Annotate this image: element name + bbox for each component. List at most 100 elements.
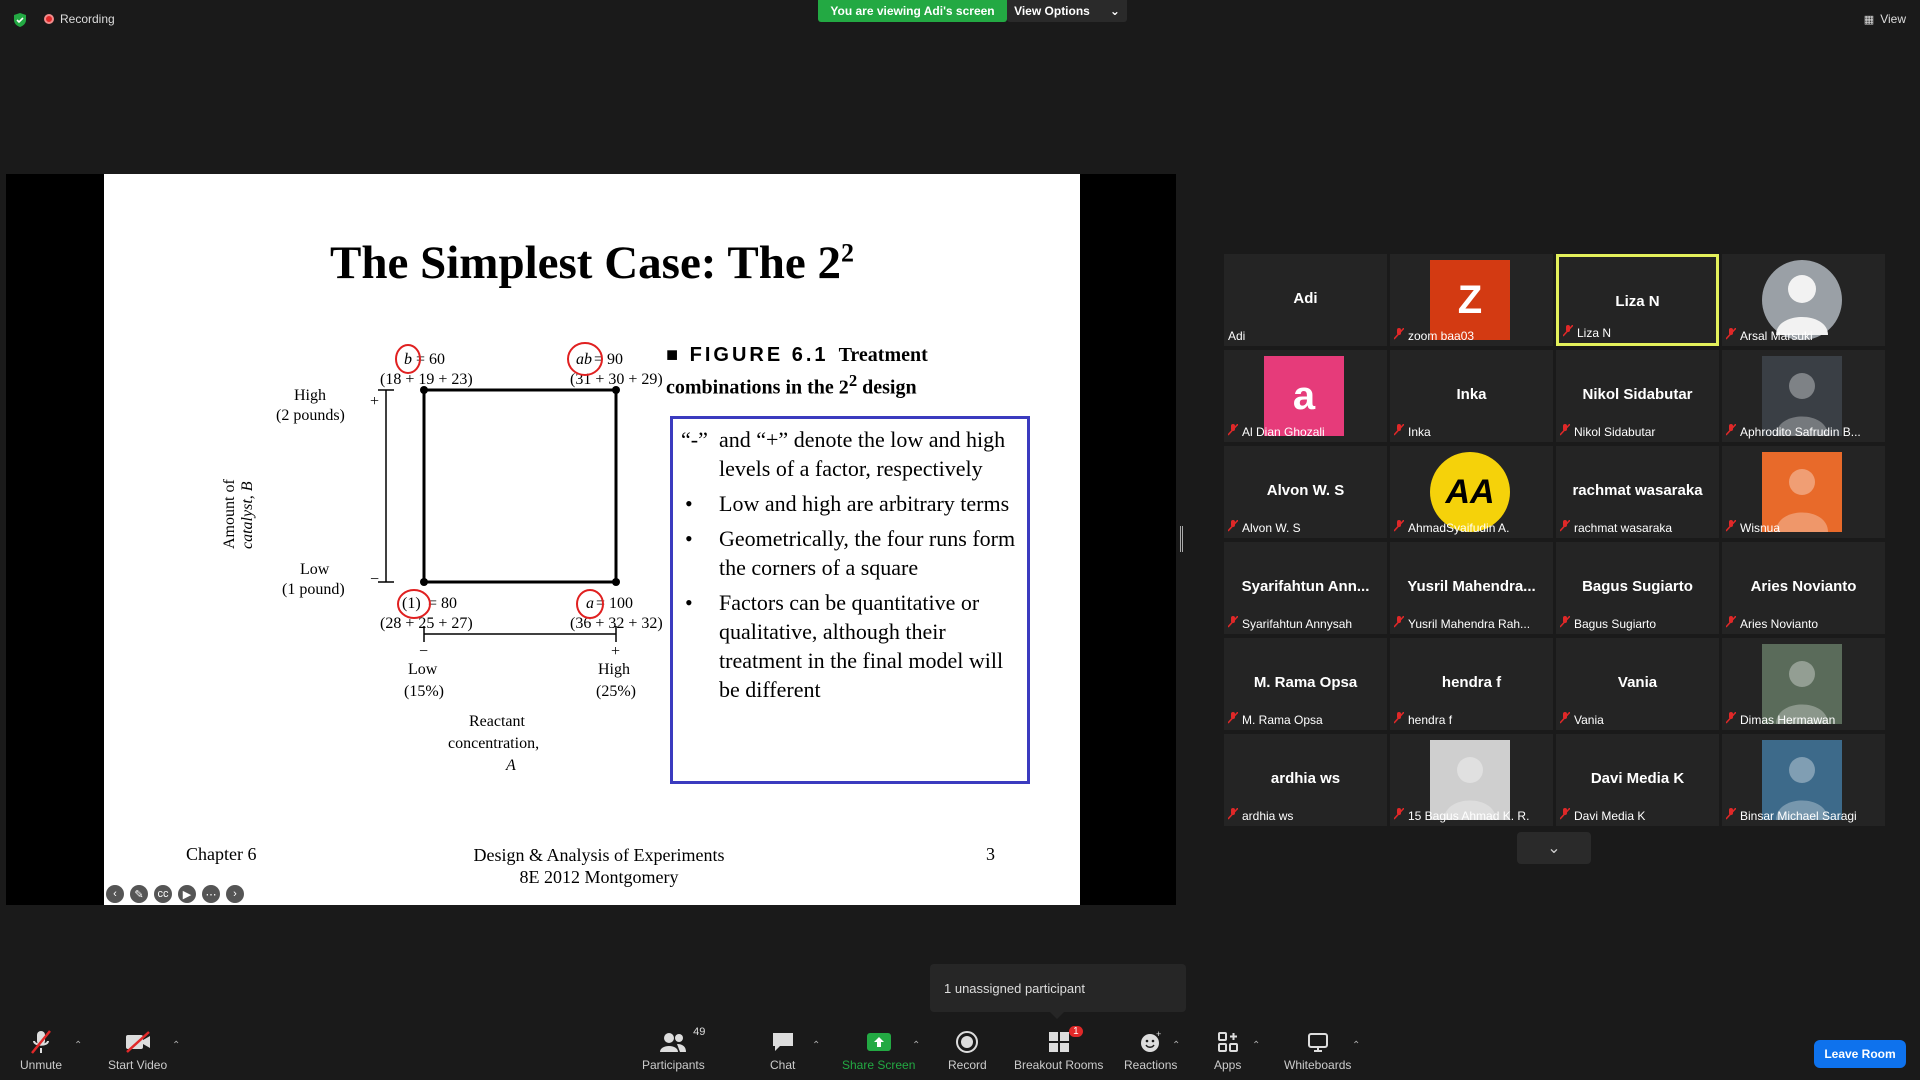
participant-label: Dimas Hermawan bbox=[1726, 712, 1881, 727]
participant-tile[interactable]: Bagus Sugiarto Bagus Sugiarto bbox=[1556, 542, 1719, 634]
bullet-text: Low and high are arbitrary terms bbox=[719, 491, 1010, 516]
participant-label: Aries Novianto bbox=[1726, 616, 1881, 631]
share-screen-icon bbox=[866, 1028, 892, 1056]
recording-dot-icon bbox=[44, 14, 54, 24]
reactions-options-caret-icon[interactable]: ⌃ bbox=[1172, 1040, 1180, 1051]
reactions-label: Reactions bbox=[1124, 1058, 1178, 1072]
participant-tile[interactable]: Aries Novianto Aries Novianto bbox=[1722, 542, 1885, 634]
previous-slide-icon[interactable]: ‹ bbox=[106, 885, 124, 903]
mic-muted-icon bbox=[1228, 712, 1239, 727]
participant-tile[interactable]: hendra f hendra f bbox=[1390, 638, 1553, 730]
participant-tile[interactable]: AA AhmadSyaifudin A. bbox=[1390, 446, 1553, 538]
participant-display-name: Bagus Sugiarto bbox=[1574, 616, 1657, 631]
recording-indicator[interactable]: Recording bbox=[44, 12, 115, 26]
bullet-mark: • bbox=[685, 526, 693, 551]
participant-label: Inka bbox=[1394, 424, 1549, 439]
participant-label: Alvon W. S bbox=[1228, 520, 1383, 535]
breakout-rooms-button[interactable]: 1 Breakout Rooms bbox=[1014, 1026, 1103, 1072]
participant-tile[interactable]: M. Rama Opsa M. Rama Opsa bbox=[1224, 638, 1387, 730]
unmute-button[interactable]: Unmute bbox=[20, 1028, 62, 1072]
next-slide-icon[interactable]: › bbox=[226, 885, 244, 903]
captions-icon[interactable]: cc bbox=[154, 885, 172, 903]
participant-name: hendra f bbox=[1441, 674, 1502, 691]
mic-muted-icon bbox=[1726, 712, 1737, 727]
participants-button[interactable]: 49 Participants bbox=[642, 1026, 705, 1072]
participant-tile[interactable]: Zzoom baa03 bbox=[1390, 254, 1553, 346]
pen-icon[interactable]: ✎ bbox=[130, 885, 148, 903]
bullet-text: Geometrically, the four runs form the co… bbox=[719, 526, 1016, 580]
shared-screen[interactable]: The Simplest Case: The 2 2 b = 60 (18 + 1… bbox=[6, 174, 1176, 905]
participant-tile[interactable]: Alvon W. S Alvon W. S bbox=[1224, 446, 1387, 538]
participant-tile[interactable]: rachmat wasaraka rachmat wasaraka bbox=[1556, 446, 1719, 538]
whiteboards-button[interactable]: Whiteboards bbox=[1284, 1028, 1351, 1072]
sum-ab: (31 + 30 + 29) bbox=[570, 371, 663, 388]
more-options-icon[interactable]: ⋯ bbox=[202, 885, 220, 903]
participant-tile[interactable]: 15 Bagus Ahmad K. R. bbox=[1390, 734, 1553, 826]
mic-muted-icon bbox=[1560, 616, 1571, 631]
share-options-caret-icon[interactable]: ⌃ bbox=[912, 1040, 920, 1051]
view-options-button[interactable]: View Options ⌄ bbox=[1007, 0, 1127, 22]
plus-a: + bbox=[611, 643, 620, 660]
participant-tile[interactable]: Vania Vania bbox=[1556, 638, 1719, 730]
value-ab: = 90 bbox=[594, 351, 623, 368]
figure-number: ■ FIGURE 6.1 bbox=[666, 344, 829, 366]
participant-tile[interactable]: Aphrodito Safrudin B... bbox=[1722, 350, 1885, 442]
minus-a: − bbox=[419, 643, 428, 660]
participant-tile[interactable]: Adi Adi bbox=[1224, 254, 1387, 346]
participant-label: Nikol Sidabutar bbox=[1560, 424, 1715, 439]
participant-tile[interactable]: a Al Dian Ghozali bbox=[1224, 350, 1387, 442]
mic-muted-icon bbox=[1394, 808, 1405, 823]
participant-tile[interactable]: Wisnua bbox=[1722, 446, 1885, 538]
svg-text:+: + bbox=[1156, 1030, 1161, 1039]
x-axis-label-3: A bbox=[505, 757, 516, 774]
slide-footer-edition: 8E 2012 Montgomery bbox=[519, 867, 679, 887]
high-a-label: High bbox=[598, 661, 630, 678]
chat-button[interactable]: Chat bbox=[770, 1028, 795, 1072]
video-options-caret-icon[interactable]: ⌃ bbox=[172, 1040, 180, 1051]
low-b-label: Low bbox=[300, 561, 330, 578]
whiteboards-options-caret-icon[interactable]: ⌃ bbox=[1352, 1040, 1360, 1051]
share-screen-button[interactable]: Share Screen bbox=[842, 1028, 915, 1072]
participant-label: Arsal Marsuki bbox=[1726, 328, 1881, 343]
participant-tile[interactable]: ardhia ws ardhia ws bbox=[1224, 734, 1387, 826]
start-video-button[interactable]: Start Video bbox=[108, 1028, 167, 1072]
participant-name: rachmat wasaraka bbox=[1572, 482, 1703, 499]
leave-room-button[interactable]: Leave Room bbox=[1814, 1040, 1906, 1068]
sum-one: (28 + 25 + 27) bbox=[380, 615, 473, 632]
video-icon[interactable]: ▶ bbox=[178, 885, 196, 903]
participant-tile[interactable]: Inka Inka bbox=[1390, 350, 1553, 442]
breakout-rooms-icon: 1 bbox=[1047, 1026, 1083, 1056]
participant-label: Al Dian Ghozali bbox=[1228, 424, 1383, 439]
participant-display-name: Binsar Michael Saragi bbox=[1740, 808, 1857, 823]
bullet-text: and “+” denote the low and high levels o… bbox=[719, 427, 1006, 481]
participant-label: Aphrodito Safrudin B... bbox=[1726, 424, 1881, 439]
participant-tile[interactable]: Yusril Mahendra... Yusril Mahendra Rah... bbox=[1390, 542, 1553, 634]
gallery-next-page-button[interactable]: ⌄ bbox=[1517, 832, 1591, 864]
participant-tile[interactable]: Liza N Liza N bbox=[1556, 254, 1719, 346]
security-shield-icon[interactable] bbox=[12, 12, 28, 28]
resize-divider-handle[interactable] bbox=[1180, 526, 1183, 552]
participant-display-name: 15 Bagus Ahmad K. R. bbox=[1408, 808, 1530, 823]
corner-one bbox=[420, 578, 428, 586]
participant-tile[interactable]: Davi Media K Davi Media K bbox=[1556, 734, 1719, 826]
participant-tile[interactable]: Arsal Marsuki bbox=[1722, 254, 1885, 346]
view-options-label: View Options bbox=[1014, 4, 1090, 18]
apps-button[interactable]: Apps bbox=[1214, 1028, 1241, 1072]
reactions-button[interactable]: + Reactions bbox=[1124, 1028, 1177, 1072]
slide-title-text: The Simplest Case: The 2 bbox=[330, 237, 841, 289]
chat-options-caret-icon[interactable]: ⌃ bbox=[812, 1040, 820, 1051]
plus-b: + bbox=[370, 393, 379, 410]
participant-tile[interactable]: Dimas Hermawan bbox=[1722, 638, 1885, 730]
audio-options-caret-icon[interactable]: ⌃ bbox=[74, 1040, 82, 1051]
participant-tile[interactable]: Binsar Michael Saragi bbox=[1722, 734, 1885, 826]
caption-superscript: 2 bbox=[848, 371, 858, 390]
apps-options-caret-icon[interactable]: ⌃ bbox=[1252, 1040, 1260, 1051]
chat-bubble-icon bbox=[771, 1028, 795, 1056]
participant-tile[interactable]: Syarifahtun Ann... Syarifahtun Annysah bbox=[1224, 542, 1387, 634]
record-button[interactable]: Record bbox=[948, 1028, 987, 1072]
participant-label: Adi bbox=[1228, 329, 1383, 343]
apps-icon bbox=[1216, 1028, 1240, 1056]
participant-display-name: Davi Media K bbox=[1574, 808, 1646, 823]
participant-tile[interactable]: Nikol Sidabutar Nikol Sidabutar bbox=[1556, 350, 1719, 442]
view-button[interactable]: ▦ View bbox=[1864, 12, 1906, 26]
